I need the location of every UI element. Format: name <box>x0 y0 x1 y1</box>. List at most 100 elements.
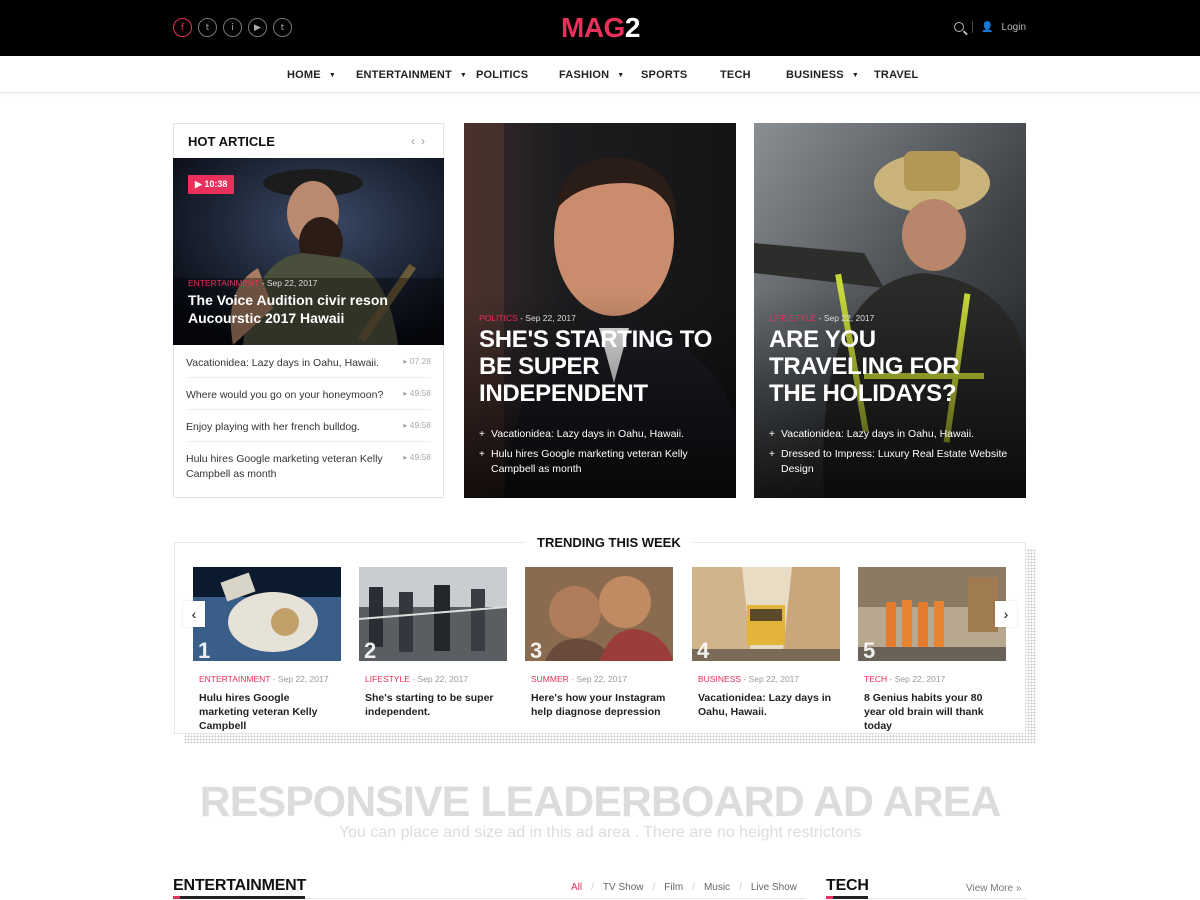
list-item[interactable]: Where would you go on your honeymoon? ▸ 4… <box>186 378 431 410</box>
trending-image: 4 <box>692 567 840 661</box>
accent-bar <box>173 896 180 899</box>
chevron-down-icon: ▼ <box>851 71 859 79</box>
trending-title[interactable]: Here's how your Instagram help diagnose … <box>531 691 669 719</box>
article-meta: TECH - Sep 22, 2017 <box>864 674 1006 684</box>
view-more-label: View More <box>966 883 1014 894</box>
date-label: - Sep 22, 2017 <box>818 313 875 323</box>
filter-film[interactable]: Film <box>664 882 683 893</box>
related-links: Vacationidea: Lazy days in Oahu, Hawaii.… <box>769 427 1009 482</box>
trending-item[interactable]: 5 TECH - Sep 22, 2017 8 Genius habits yo… <box>858 567 1006 733</box>
category-label[interactable]: LIFE STYLE <box>769 313 816 323</box>
section-underline <box>826 896 868 899</box>
chevron-left-icon[interactable]: ‹ <box>411 134 421 148</box>
date-label: - Sep 22, 2017 <box>571 674 627 684</box>
badge-time: 10:38 <box>204 179 228 189</box>
trending-title[interactable]: 8 Genius habits your 80 year old brain w… <box>864 691 1002 733</box>
trending-title[interactable]: She's starting to be super independent. <box>365 691 503 719</box>
category-label[interactable]: TECH <box>864 674 887 684</box>
category-label[interactable]: ENTERTAINMENT <box>199 674 270 684</box>
filter-music[interactable]: Music <box>704 882 730 893</box>
feature-title[interactable]: SHE'S STARTING TO BE SUPER INDEPENDENT <box>479 326 719 407</box>
category-label[interactable]: BUSINESS <box>698 674 741 684</box>
trending-image: 3 <box>525 567 673 661</box>
filter-live-show[interactable]: Live Show <box>751 882 797 893</box>
nav-label: FASHION <box>559 69 610 81</box>
site-logo[interactable]: MAG2 <box>561 12 640 44</box>
nav-item-politics[interactable]: POLITICS <box>476 69 528 81</box>
logo-text: MAG <box>561 12 625 43</box>
carousel-next-button[interactable]: › <box>995 601 1017 627</box>
date-label: - Sep 22, 2017 <box>520 313 576 323</box>
crowd-photo <box>359 567 507 661</box>
related-link[interactable]: Hulu hires Google marketing veteran Kell… <box>479 447 719 477</box>
hot-article-image[interactable]: ▶ 10:38 ENTERTAINMENT - Sep 22, 2017 The… <box>173 158 444 345</box>
chevron-right-icon[interactable]: › <box>421 134 431 148</box>
related-link[interactable]: Vacationidea: Lazy days in Oahu, Hawaii. <box>479 427 719 442</box>
nav-item-tech[interactable]: TECH <box>720 69 751 81</box>
logo-number: 2 <box>624 12 641 43</box>
carousel-prev-button[interactable]: ‹ <box>183 601 205 627</box>
facebook-icon[interactable]: f <box>173 18 192 37</box>
twitter-icon[interactable]: t <box>198 18 217 37</box>
time-value: 49:58 <box>409 420 431 430</box>
search-icon[interactable] <box>954 22 965 32</box>
ad-subtitle: You can place and size ad in this ad are… <box>338 824 862 841</box>
hot-article-widget: HOT ARTICLE ‹› ▶ 10:38 ENTERTAINMENT - S… <box>173 123 444 498</box>
instagram-icon[interactable]: i <box>223 18 242 37</box>
nav-label: HOME <box>287 69 321 81</box>
trending-item[interactable]: 2 LIFESTYLE - Sep 22, 2017 She's startin… <box>359 567 507 719</box>
list-item-time: ▸ 49:58 <box>403 452 431 462</box>
trending-item[interactable]: 3 SUMMER - Sep 22, 2017 Here's how your … <box>525 567 673 719</box>
video-duration-badge: ▶ 10:38 <box>188 175 235 194</box>
trending-item[interactable]: 1 ENTERTAINMENT - Sep 22, 2017 Hulu hire… <box>193 567 341 733</box>
rank-number: 1 <box>198 638 211 661</box>
carousel-arrows: ‹› <box>411 134 431 148</box>
list-item[interactable]: Vacationidea: Lazy days in Oahu, Hawaii.… <box>186 346 431 378</box>
nav-item-sports[interactable]: SPORTS <box>641 69 687 81</box>
chevron-down-icon: ▼ <box>459 71 468 79</box>
nav-item-fashion[interactable]: FASHION ▼ <box>559 69 624 81</box>
divider: / <box>739 882 742 893</box>
list-item[interactable]: Hulu hires Google marketing veteran Kell… <box>186 442 431 490</box>
list-item[interactable]: Enjoy playing with her french bulldog. ▸ … <box>186 410 431 442</box>
monks-photo <box>858 567 1006 661</box>
list-item-title: Hulu hires Google marketing veteran Kell… <box>186 453 383 480</box>
list-item-title: Vacationidea: Lazy days in Oahu, Hawaii. <box>186 357 379 369</box>
rank-number: 4 <box>697 638 710 661</box>
nav-item-home[interactable]: HOME ▼ <box>287 69 336 81</box>
trending-title[interactable]: Hulu hires Google marketing veteran Kell… <box>199 691 337 733</box>
category-label[interactable]: POLITICS <box>479 313 518 323</box>
view-more-link[interactable]: View More » <box>966 883 1021 894</box>
feature-title[interactable]: ARE YOU TRAVELING FOR THE HOLIDAYS? <box>769 326 1009 407</box>
feature-card-lifestyle[interactable]: LIFE STYLE - Sep 22, 2017 ARE YOU TRAVEL… <box>754 123 1026 498</box>
nav-item-travel[interactable]: TRAVEL <box>874 69 918 81</box>
chevron-left-icon: ‹ <box>191 606 197 622</box>
trending-section: TRENDING THIS WEEK 1 ENTERTAINMENT - Sep… <box>174 535 1026 734</box>
article-meta: LIFE STYLE - Sep 22, 2017 <box>769 313 874 323</box>
article-meta: POLITICS - Sep 22, 2017 <box>479 313 576 323</box>
nav-item-entertainment[interactable]: ENTERTAINMENT ▼ <box>356 69 467 81</box>
date-label: - Sep 22, 2017 <box>889 674 946 684</box>
time-value: 49:58 <box>409 388 431 398</box>
login-link[interactable]: Login <box>1002 22 1026 33</box>
category-label[interactable]: LIFESTYLE <box>365 674 410 684</box>
feature-card-politics[interactable]: POLITICS - Sep 22, 2017 SHE'S STARTING T… <box>464 123 736 498</box>
list-item-title: Where would you go on your honeymoon? <box>186 389 384 401</box>
related-link[interactable]: Vacationidea: Lazy days in Oahu, Hawaii. <box>769 427 1009 442</box>
accent-bar <box>826 896 833 899</box>
article-title[interactable]: The Voice Audition civir reson Aucoursti… <box>188 291 428 327</box>
trending-item[interactable]: 4 BUSINESS - Sep 22, 2017 Vacationidea: … <box>692 567 840 719</box>
filter-tv-show[interactable]: TV Show <box>603 882 644 893</box>
youtube-icon[interactable]: ▶ <box>248 18 267 37</box>
nav-item-business[interactable]: BUSINESS ▼ <box>786 69 859 81</box>
nav-label: TECH <box>720 69 751 81</box>
related-link[interactable]: Dressed to Impress: Luxury Real Estate W… <box>769 447 1009 477</box>
category-label[interactable]: ENTERTAINMENT <box>188 278 259 288</box>
filter-all[interactable]: All <box>571 882 582 893</box>
tumblr-icon[interactable]: t <box>273 18 292 37</box>
category-label[interactable]: SUMMER <box>531 674 569 684</box>
category-filters: All / TV Show / Film / Music / Live Show <box>571 882 797 893</box>
rank-number: 5 <box>863 638 876 661</box>
trending-title[interactable]: Vacationidea: Lazy days in Oahu, Hawaii. <box>698 691 836 719</box>
trending-image: 1 <box>193 567 341 661</box>
